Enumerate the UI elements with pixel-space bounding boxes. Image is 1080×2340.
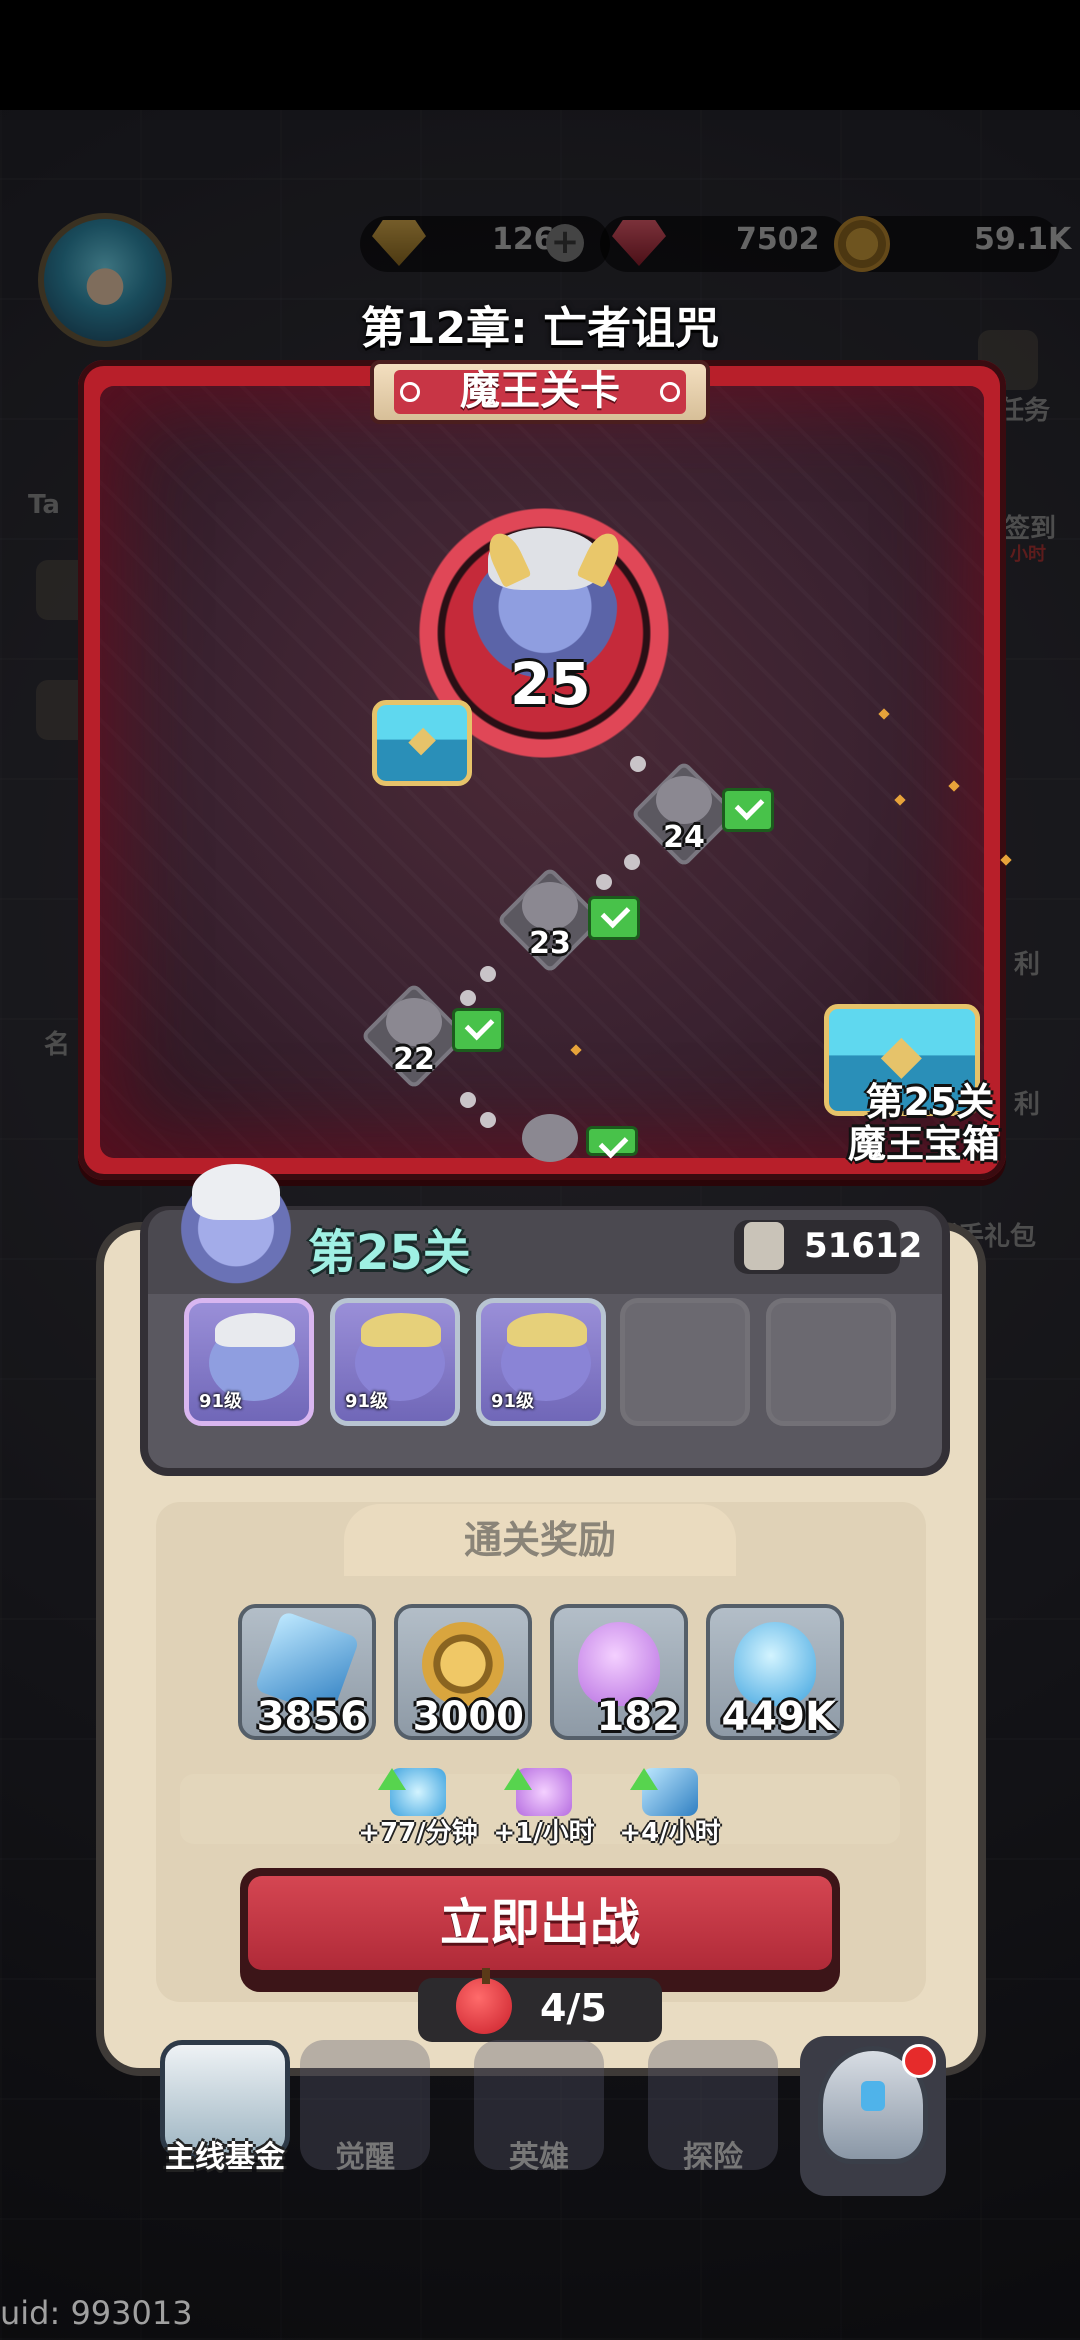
fight-now-label: 立即出战 (248, 1876, 832, 1970)
map-chest-icon[interactable] (372, 700, 472, 786)
reward-count: 182 (596, 1694, 681, 1740)
boss-chest-label-name: 魔王宝箱 (847, 1122, 1000, 1166)
enemy-slot-empty (620, 1298, 750, 1426)
level-number: 23 (529, 926, 571, 961)
combat-power-value: 51612 (804, 1226, 923, 1266)
level-number: 22 (393, 1042, 435, 1077)
cleared-check-icon (586, 1126, 638, 1156)
notification-dot (902, 2044, 936, 2078)
cleared-check-icon (588, 896, 640, 940)
reward-title: 通关奖励 (344, 1504, 736, 1576)
enemy-level: 91级 (199, 1391, 243, 1412)
boss-banner-label: 魔王关卡 (460, 368, 620, 414)
heroes-nav-label: 英雄 (509, 2140, 569, 2175)
enemy-slot-3[interactable]: 91级 (476, 1298, 606, 1426)
level-node-24[interactable]: 24 (630, 760, 738, 868)
rate-text: +4/小时 (619, 1818, 721, 1848)
reward-count: 3856 (256, 1694, 368, 1740)
combat-power-icon (744, 1222, 784, 1270)
enemy-hair (507, 1313, 587, 1347)
path-dot (460, 1092, 476, 1108)
boss-level-number: 25 (510, 650, 591, 718)
up-arrow-icon (630, 1768, 658, 1790)
enemy-level: 91级 (491, 1391, 535, 1412)
enemy-hair (361, 1313, 441, 1347)
reward-item-purple-potion[interactable]: 182 (550, 1604, 688, 1740)
reward-count: 3000 (412, 1694, 524, 1740)
boss-stage-banner: 魔王关卡 (370, 360, 710, 424)
enemy-head-icon (656, 776, 712, 824)
reward-count: 449K (721, 1694, 837, 1740)
enemy-head-icon (522, 1114, 578, 1162)
fight-now-button[interactable]: 立即出战 (240, 1868, 840, 1992)
rate-text: +1/小时 (493, 1818, 595, 1848)
enemy-slot-2[interactable]: 91级 (330, 1298, 460, 1426)
idle-rate-crystal: +4/小时 (619, 1764, 721, 1848)
chapter-title: 第12章: 亡者诅咒 (360, 303, 720, 354)
stage-name: 第25关 (308, 1225, 471, 1281)
cleared-check-icon (452, 1008, 504, 1052)
enemy-head-icon (522, 882, 578, 930)
explore-nav-label: 探险 (683, 2140, 743, 2175)
enemy-slot-empty (766, 1298, 896, 1426)
reward-item-coin[interactable]: 3000 (394, 1604, 532, 1740)
level-number: 24 (663, 820, 705, 855)
idle-rate-purple-potion: +1/小时 (493, 1764, 595, 1848)
stamina-count: 4/5 (540, 1986, 607, 2030)
boss-avatar-icon (174, 1158, 298, 1286)
enemy-level: 91级 (345, 1391, 389, 1412)
apple-stamina-icon (456, 1968, 512, 2034)
enemy-hair (215, 1313, 295, 1347)
banner-ornament-icon (660, 382, 680, 402)
boss-chest-label-stage: 第25关 (865, 1080, 995, 1124)
rate-text: +77/分钟 (358, 1818, 478, 1848)
user-id: uid: 993013 (0, 2294, 193, 2332)
level-node-22[interactable]: 22 (360, 982, 468, 1090)
level-node-23[interactable]: 23 (496, 866, 604, 974)
reward-item-crystal[interactable]: 3856 (238, 1604, 376, 1740)
enemy-head-icon (386, 998, 442, 1046)
idle-rate-blue-potion: +77/分钟 (358, 1764, 478, 1848)
path-dot (480, 1112, 496, 1128)
enemy-slot-1[interactable]: 91级 (184, 1298, 314, 1426)
banner-ornament-icon (400, 382, 420, 402)
awaken-nav-label: 觉醒 (335, 2140, 395, 2175)
up-arrow-icon (504, 1768, 532, 1790)
cleared-check-icon (722, 788, 774, 832)
reward-item-blue-potion[interactable]: 449K (706, 1604, 844, 1740)
up-arrow-icon (378, 1768, 406, 1790)
path-dot (480, 966, 496, 982)
